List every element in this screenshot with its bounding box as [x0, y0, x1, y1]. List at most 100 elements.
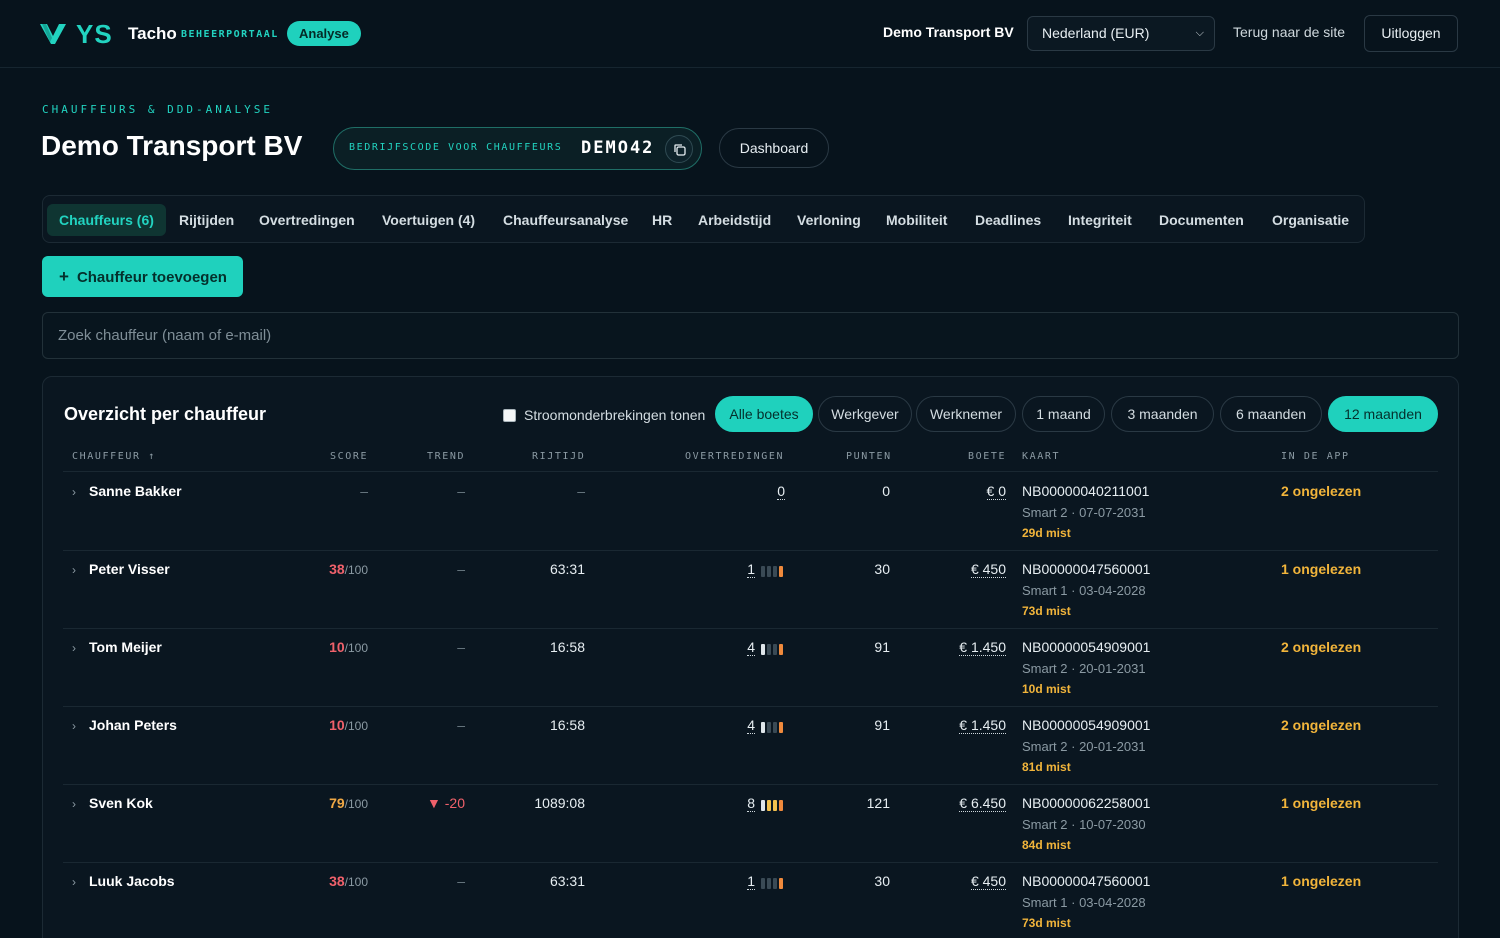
- col-card[interactable]: KAART: [1022, 451, 1060, 462]
- driver-fine[interactable]: € 6.450: [959, 795, 1006, 812]
- tab-organisatie[interactable]: Organisatie: [1272, 204, 1349, 236]
- driver-app-unread[interactable]: 1 ongelezen: [1281, 561, 1361, 577]
- dashboard-button[interactable]: Dashboard: [719, 128, 829, 168]
- table-row[interactable]: › Sven Kok 79/100 ▼ -20 1089:08 8 121 € …: [63, 785, 1438, 863]
- driver-card-details: Smart 1 · 03-04-2028: [1022, 895, 1146, 910]
- copy-code-button[interactable]: [665, 135, 693, 163]
- score-value: –: [360, 483, 368, 499]
- score-max: /100: [344, 719, 368, 733]
- driver-app-unread[interactable]: 2 ongelezen: [1281, 717, 1361, 733]
- driver-score: 38/100: [329, 561, 368, 577]
- driver-card-missing: 73d mist: [1022, 604, 1071, 618]
- driver-app-unread[interactable]: 1 ongelezen: [1281, 795, 1361, 811]
- driver-name[interactable]: Peter Visser: [89, 561, 170, 577]
- logout-button[interactable]: Uitloggen: [1364, 15, 1458, 52]
- expand-chevron-icon[interactable]: ›: [72, 797, 76, 811]
- tab-voertuigen[interactable]: Voertuigen (4): [382, 204, 475, 236]
- country-select[interactable]: Nederland (EUR) ⌵: [1027, 16, 1215, 51]
- expand-chevron-icon[interactable]: ›: [72, 719, 76, 733]
- col-fine[interactable]: BOETE: [968, 451, 1006, 462]
- driver-drive-time: –: [577, 483, 585, 499]
- tab-overtredingen[interactable]: Overtredingen: [259, 204, 355, 236]
- tab-verloning[interactable]: Verloning: [797, 204, 861, 236]
- tab-arbeidstijd[interactable]: Arbeidstijd: [698, 204, 771, 236]
- violations-count[interactable]: 4: [747, 639, 755, 656]
- driver-violations[interactable]: 8: [747, 795, 785, 812]
- driver-name[interactable]: Tom Meijer: [89, 639, 162, 655]
- expand-chevron-icon[interactable]: ›: [72, 641, 76, 655]
- col-drive-time[interactable]: RIJTIJD: [532, 451, 585, 462]
- driver-app-unread[interactable]: 1 ongelezen: [1281, 873, 1361, 889]
- brand-name: Tacho: [128, 24, 177, 43]
- filter-all-fines[interactable]: Alle boetes: [715, 396, 813, 432]
- violations-count[interactable]: 1: [747, 873, 755, 890]
- tab-chauffeursanalyse[interactable]: Chauffeursanalyse: [503, 204, 628, 236]
- driver-fine[interactable]: € 1.450: [959, 639, 1006, 656]
- driver-name[interactable]: Johan Peters: [89, 717, 177, 733]
- score-value: 10: [329, 639, 345, 655]
- filter-employer[interactable]: Werkgever: [818, 396, 912, 432]
- back-to-site-link[interactable]: Terug naar de site: [1233, 24, 1345, 40]
- add-driver-button[interactable]: + Chauffeur toevoegen: [42, 256, 243, 297]
- period-1-month[interactable]: 1 maand: [1022, 396, 1105, 432]
- tab-rijtijden[interactable]: Rijtijden: [179, 204, 234, 236]
- period-12-months[interactable]: 12 maanden: [1328, 396, 1438, 432]
- col-score[interactable]: SCORE: [330, 451, 368, 462]
- overview-title: Overzicht per chauffeur: [64, 404, 267, 424]
- col-in-app[interactable]: IN DE APP: [1281, 451, 1350, 462]
- tab-deadlines[interactable]: Deadlines: [975, 204, 1041, 236]
- driver-fine[interactable]: € 1.450: [959, 717, 1006, 734]
- driver-name[interactable]: Luuk Jacobs: [89, 873, 175, 889]
- driver-violations[interactable]: 1: [747, 561, 785, 578]
- driver-card-number: NB00000062258001: [1022, 795, 1151, 811]
- driver-name[interactable]: Sanne Bakker: [89, 483, 182, 499]
- tab-integriteit[interactable]: Integriteit: [1068, 204, 1132, 236]
- violations-count[interactable]: 8: [747, 795, 755, 812]
- outage-checkbox[interactable]: [503, 408, 516, 422]
- tab-mobiliteit[interactable]: Mobiliteit: [886, 204, 947, 236]
- driver-score: 38/100: [329, 873, 368, 889]
- driver-violations[interactable]: 4: [747, 717, 785, 734]
- table-row[interactable]: › Tom Meijer 10/100 – 16:58 4 91 € 1.450…: [63, 629, 1438, 707]
- driver-points: 91: [874, 639, 890, 655]
- table-row[interactable]: › Sanne Bakker – – – 0 0 € 0 NB000000402…: [63, 473, 1438, 551]
- expand-chevron-icon[interactable]: ›: [72, 563, 76, 577]
- tab-documenten[interactable]: Documenten: [1159, 204, 1244, 236]
- expand-chevron-icon[interactable]: ›: [72, 485, 76, 499]
- table-row[interactable]: › Johan Peters 10/100 – 16:58 4 91 € 1.4…: [63, 707, 1438, 785]
- driver-violations[interactable]: 1: [747, 873, 785, 890]
- driver-name[interactable]: Sven Kok: [89, 795, 153, 811]
- driver-app-unread[interactable]: 2 ongelezen: [1281, 483, 1361, 499]
- driver-violations[interactable]: 4: [747, 639, 785, 656]
- tab-hr[interactable]: HR: [652, 204, 672, 236]
- col-driver[interactable]: CHAUFFEUR ↑: [72, 451, 156, 462]
- driver-violations[interactable]: 0: [777, 483, 785, 500]
- col-trend[interactable]: TREND: [427, 451, 465, 462]
- period-6-months[interactable]: 6 maanden: [1220, 396, 1322, 432]
- col-violations[interactable]: OVERTREDINGEN: [685, 451, 784, 462]
- expand-chevron-icon[interactable]: ›: [72, 875, 76, 889]
- table-row[interactable]: › Luuk Jacobs 38/100 – 63:31 1 30 € 450 …: [63, 863, 1438, 938]
- tab-chauffeurs[interactable]: Chauffeurs (6): [47, 204, 166, 236]
- driver-trend: –: [457, 717, 465, 733]
- violations-count[interactable]: 4: [747, 717, 755, 734]
- filter-employee[interactable]: Werknemer: [916, 396, 1016, 432]
- top-bar: YS Tacho BEHEERPORTAAL Analyse Demo Tran…: [0, 0, 1500, 68]
- driver-points: 0: [882, 483, 890, 499]
- violation-severity-bars: [761, 796, 785, 812]
- violation-severity-bars: [761, 562, 785, 578]
- outage-toggle[interactable]: Stroomonderbrekingen tonen: [503, 407, 705, 423]
- violations-count[interactable]: 0: [777, 483, 785, 500]
- driver-fine[interactable]: € 450: [970, 873, 1006, 890]
- driver-card-details: Smart 2 · 20-01-2031: [1022, 739, 1146, 754]
- violations-count[interactable]: 1: [747, 561, 755, 578]
- driver-search-input[interactable]: Zoek chauffeur (naam of e-mail): [42, 312, 1459, 359]
- driver-fine[interactable]: € 450: [970, 561, 1006, 578]
- driver-fine[interactable]: € 0: [986, 483, 1006, 500]
- table-row[interactable]: › Peter Visser 38/100 – 63:31 1 30 € 450…: [63, 551, 1438, 629]
- main-tabs: Chauffeurs (6) Rijtijden Overtredingen V…: [42, 195, 1365, 243]
- driver-points: 30: [874, 873, 890, 889]
- col-points[interactable]: PUNTEN: [846, 451, 892, 462]
- period-3-months[interactable]: 3 maanden: [1111, 396, 1214, 432]
- driver-app-unread[interactable]: 2 ongelezen: [1281, 639, 1361, 655]
